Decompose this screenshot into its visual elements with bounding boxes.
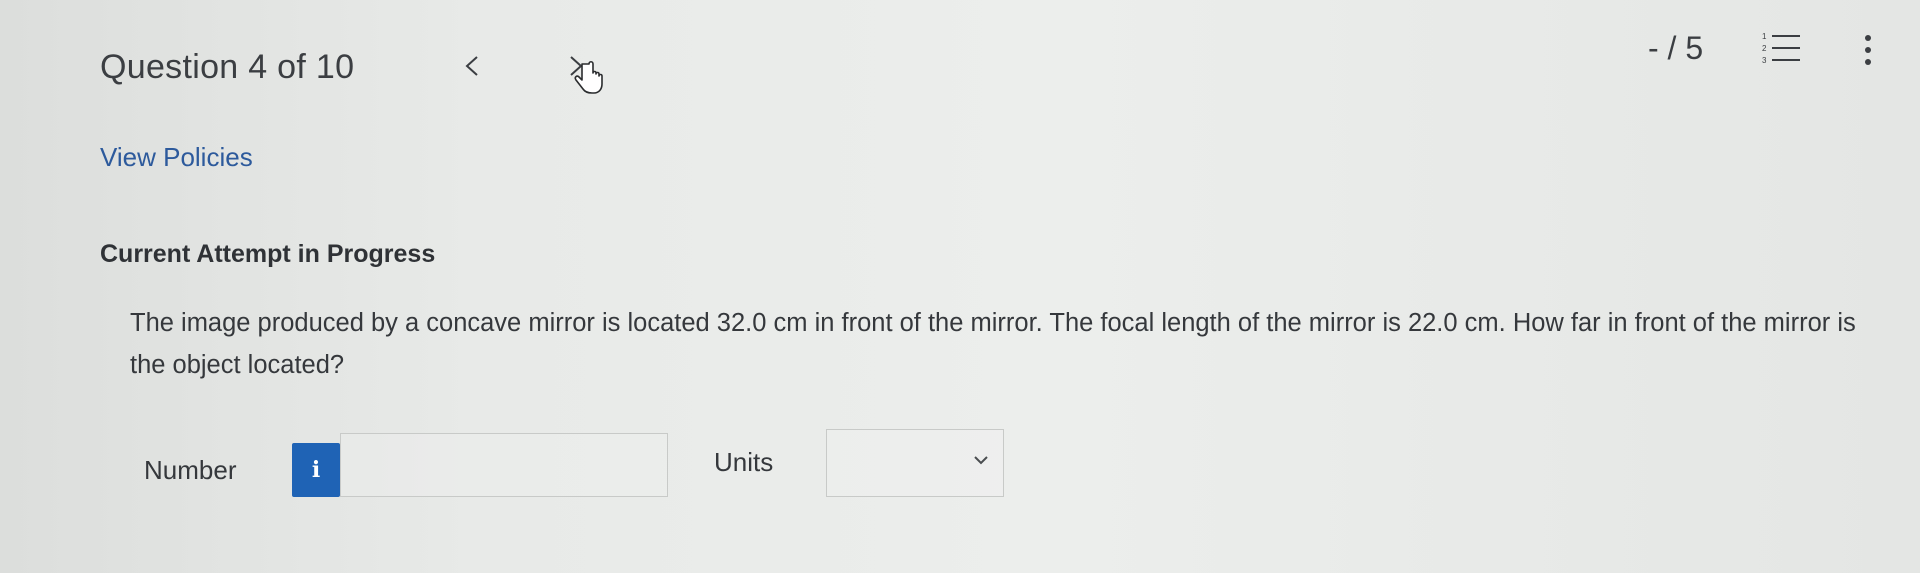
chevron-down-icon: [974, 456, 988, 465]
question-prompt: The image produced by a concave mirror i…: [130, 309, 1856, 379]
number-input[interactable]: [340, 433, 668, 497]
units-dropdown[interactable]: [826, 429, 1004, 497]
info-button[interactable]: i: [292, 443, 340, 497]
previous-question-button[interactable]: [452, 46, 492, 86]
units-label: Units: [714, 447, 774, 477]
kebab-menu-icon[interactable]: [1856, 30, 1880, 70]
numbered-list-icon[interactable]: 1 2 3: [1760, 30, 1802, 66]
attempt-status-heading: Current Attempt in Progress: [100, 240, 436, 268]
info-icon: i: [311, 457, 321, 483]
quiz-page: Question 4 of 10 - / 5 1 2 3 View Polici…: [0, 0, 1920, 573]
chevron-left-icon: [465, 56, 478, 76]
svg-text:1: 1: [1762, 32, 1767, 41]
question-header: Question 4 of 10 - / 5 1 2 3: [0, 0, 1920, 130]
number-label: Number: [144, 455, 237, 485]
svg-text:2: 2: [1762, 44, 1767, 53]
question-score: - / 5: [1648, 30, 1704, 66]
view-policies-link[interactable]: View Policies: [100, 142, 253, 173]
svg-text:3: 3: [1762, 56, 1767, 65]
answer-row: Number i Units: [0, 425, 1920, 505]
hand-pointer-cursor-icon: [574, 60, 603, 94]
question-counter: Question 4 of 10: [100, 48, 355, 86]
